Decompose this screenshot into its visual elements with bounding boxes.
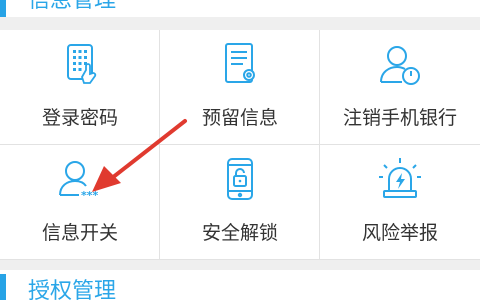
menu-item-security-unlock[interactable]: 安全解锁 bbox=[160, 145, 320, 260]
section-header-info: 信息管理 bbox=[0, 0, 480, 17]
phone-lock-icon bbox=[227, 158, 253, 200]
menu-item-label: 登录密码 bbox=[41, 107, 118, 129]
menu-item-info-switch[interactable]: *** 信息开关 bbox=[0, 145, 160, 260]
menu-item-label: 预留信息 bbox=[201, 107, 278, 129]
user-asterisk-icon: *** bbox=[59, 161, 99, 202]
alarm-light-icon bbox=[379, 158, 421, 198]
section-accent-bar bbox=[0, 274, 6, 300]
section-accent-bar bbox=[0, 0, 6, 17]
section-title: 授权管理 bbox=[28, 279, 117, 300]
menu-item-label: 注销手机银行 bbox=[342, 107, 457, 129]
user-power-icon bbox=[380, 46, 420, 85]
section-title: 信息管理 bbox=[28, 0, 117, 13]
keypad-icon bbox=[67, 44, 97, 84]
menu-item-label: 风险举报 bbox=[361, 222, 438, 244]
menu-item-label: 信息开关 bbox=[41, 222, 118, 244]
menu-grid: 登录密码 预留信息 注销手机银行 *** 信息开关 安全解锁 风险举报 bbox=[0, 30, 480, 260]
menu-item-reserved-info[interactable]: 预留信息 bbox=[160, 30, 320, 145]
menu-item-label: 安全解锁 bbox=[201, 222, 278, 244]
document-gear-icon bbox=[225, 43, 255, 83]
menu-item-cancel-mobile-banking[interactable]: 注销手机银行 bbox=[320, 30, 480, 145]
menu-item-risk-report[interactable]: 风险举报 bbox=[320, 145, 480, 260]
svg-text:***: *** bbox=[81, 189, 99, 202]
section-header-auth: 授权管理 bbox=[0, 270, 480, 300]
menu-item-login-password[interactable]: 登录密码 bbox=[0, 30, 160, 145]
